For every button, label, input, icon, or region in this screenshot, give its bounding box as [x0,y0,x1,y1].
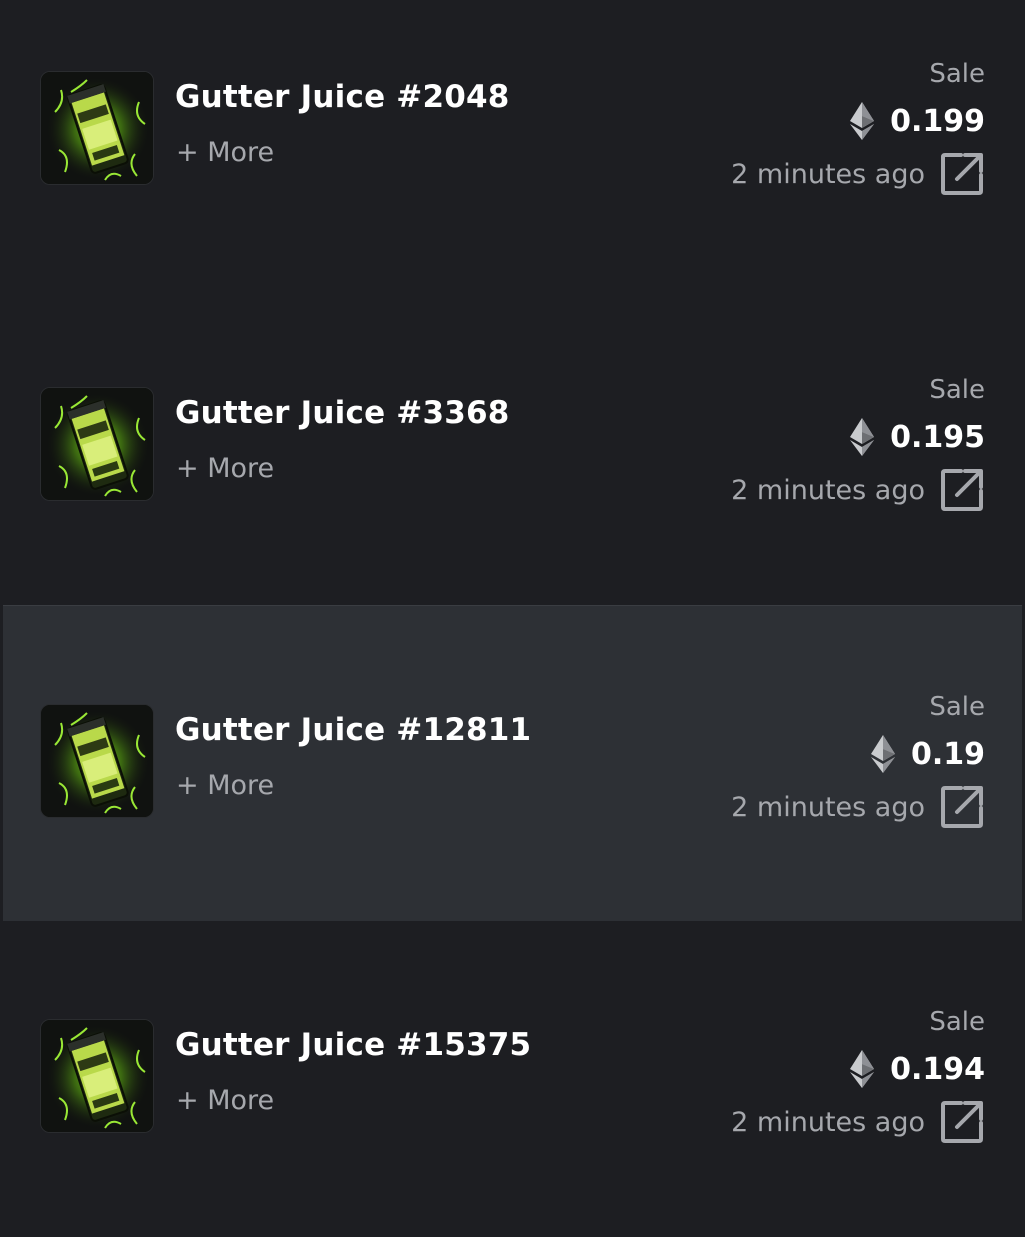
event-type-label: Sale [929,1007,985,1037]
sale-details: Sale 0.195 2 minutes ago [731,373,985,513]
nft-thumbnail[interactable] [40,1019,154,1133]
timestamp: 2 minutes ago [731,1106,925,1138]
sale-details: Sale 0.199 2 minutes ago [731,57,985,197]
price-line: 0.199 [731,102,985,140]
event-type-label: Sale [929,375,985,405]
nft-thumbnail[interactable] [40,387,154,501]
event-type-label: Sale [929,59,985,89]
price-value: 0.199 [890,103,985,139]
nft-thumbnail[interactable] [40,71,154,185]
nft-thumbnail[interactable] [40,704,154,818]
external-link-icon[interactable] [939,467,985,513]
nft-title[interactable]: Gutter Juice #12811 [175,712,531,748]
time-line: 2 minutes ago [731,784,985,830]
sale-row[interactable]: Gutter Juice #12811 + More Sale 0.19 2 m… [3,605,1022,921]
more-button[interactable]: + More [176,770,274,801]
sale-row[interactable]: Gutter Juice #15375 + More Sale 0.194 2 … [0,921,1025,1237]
sale-details: Sale 0.19 2 minutes ago [731,690,985,830]
more-button[interactable]: + More [176,1085,274,1116]
price-value: 0.195 [890,419,985,455]
price-line: 0.19 [731,735,985,773]
timestamp: 2 minutes ago [731,474,925,506]
price-value: 0.194 [890,1051,985,1087]
sales-activity-list: Gutter Juice #2048 + More Sale 0.199 2 m… [0,0,1025,1200]
event-type-label: Sale [929,692,985,722]
sale-details: Sale 0.194 2 minutes ago [731,1005,985,1145]
nft-title[interactable]: Gutter Juice #3368 [175,395,510,431]
time-line: 2 minutes ago [731,467,985,513]
ethereum-icon [850,418,875,456]
nft-title[interactable]: Gutter Juice #2048 [175,79,510,115]
price-line: 0.194 [731,1050,985,1088]
ethereum-icon [850,1050,875,1088]
nft-title[interactable]: Gutter Juice #15375 [175,1027,531,1063]
sale-row[interactable]: Gutter Juice #3368 + More Sale 0.195 2 m… [0,289,1025,605]
time-line: 2 minutes ago [731,1099,985,1145]
more-button[interactable]: + More [176,453,274,484]
sale-row[interactable]: Gutter Juice #2048 + More Sale 0.199 2 m… [0,0,1025,289]
ethereum-icon [850,102,875,140]
time-line: 2 minutes ago [731,151,985,197]
timestamp: 2 minutes ago [731,158,925,190]
external-link-icon[interactable] [939,1099,985,1145]
price-value: 0.19 [910,736,985,772]
more-button[interactable]: + More [176,137,274,168]
external-link-icon[interactable] [939,784,985,830]
timestamp: 2 minutes ago [731,791,925,823]
price-line: 0.195 [731,418,985,456]
external-link-icon[interactable] [939,151,985,197]
ethereum-icon [870,735,895,773]
